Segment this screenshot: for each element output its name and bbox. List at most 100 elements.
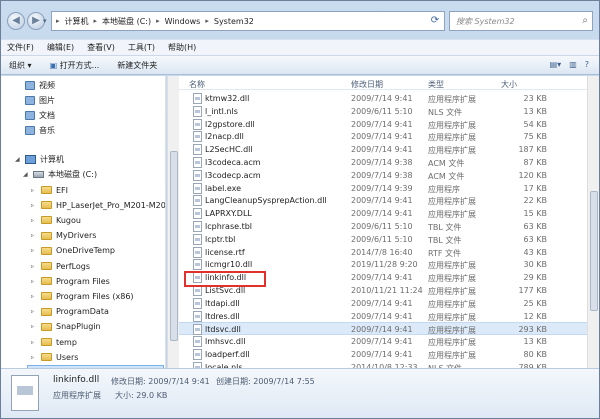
sidebar-item-folder[interactable]: ▹ PerfLogs (31, 259, 90, 273)
expand-caret-icon[interactable]: ▹ (31, 293, 37, 300)
file-row[interactable]: l3codecp.acm 2009/7/14 9:38 ACM 文件 120 KB (179, 169, 587, 182)
address-bar[interactable]: ▸ 计算机 ▸ 本地磁盘 (C:) ▸ Windows ▸ System32 (51, 11, 445, 31)
organize-button[interactable]: 组织 ▾ (9, 60, 32, 71)
file-row[interactable]: ltdapi.dll 2009/7/14 9:41 应用程序扩展 25 KB (179, 297, 587, 310)
file-row[interactable]: l2gpstore.dll 2009/7/14 9:41 应用程序扩展 54 KB (179, 118, 587, 131)
breadcrumb-windows[interactable]: Windows (165, 17, 201, 26)
file-row[interactable]: LAPRXY.DLL 2009/7/14 9:41 应用程序扩展 15 KB (179, 207, 587, 220)
recent-pages-icon[interactable]: ▾ (43, 17, 47, 25)
file-row[interactable]: license.rtf 2014/7/8 16:40 RTF 文件 43 KB (179, 246, 587, 259)
file-row[interactable]: ltdsvc.dll 2009/7/14 9:41 应用程序扩展 293 KB (179, 322, 587, 336)
menu-tools[interactable]: 工具(T) (128, 42, 155, 53)
sidebar-item-drive-c[interactable]: ◢ 本地磁盘 (C:) (23, 168, 97, 182)
sidebar-item-folder[interactable]: ▹ SnapPlugin (31, 320, 101, 334)
file-icon (193, 93, 202, 104)
sidebar-item-folder[interactable]: ▹ OneDriveTemp (31, 244, 115, 258)
expand-caret-icon[interactable]: ▹ (31, 354, 37, 361)
open-with-button[interactable]: ▣ 打开方式... (50, 60, 100, 71)
breadcrumb-system32[interactable]: System32 (214, 17, 254, 26)
file-size: 30 KB (523, 260, 547, 270)
file-row[interactable]: ltdres.dll 2009/7/14 9:41 应用程序扩展 12 KB (179, 310, 587, 323)
column-name[interactable]: 名称 (189, 79, 205, 90)
column-type[interactable]: 类型 (428, 79, 444, 90)
file-list-scrollbar[interactable] (587, 76, 599, 368)
file-name: lmhsvc.dll (205, 337, 246, 347)
sidebar-item-library[interactable]: 音乐 (25, 124, 55, 138)
file-icon (193, 157, 202, 168)
file-row[interactable]: loadperf.dll 2009/7/14 9:41 应用程序扩展 80 KB (179, 348, 587, 361)
sidebar-item-folder[interactable]: ▹ Program Files (x86) (31, 289, 134, 303)
file-size: 29 KB (523, 273, 547, 283)
file-row[interactable]: ktmw32.dll 2009/7/14 9:41 应用程序扩展 23 KB (179, 92, 587, 105)
file-row[interactable]: locale.nls2014/10/8 12:33NLS 文件789 KB (179, 361, 587, 368)
help-icon[interactable]: ? (585, 60, 589, 69)
sidebar-item-folder[interactable]: ▹ Program Files (31, 274, 110, 288)
sidebar-item-folder[interactable]: ▹ Users (31, 350, 78, 364)
column-date[interactable]: 修改日期 (351, 79, 383, 90)
folder-icon (41, 262, 52, 270)
file-row[interactable]: lmhsvc.dll 2009/7/14 9:41 应用程序扩展 13 KB (179, 335, 587, 348)
menu-file[interactable]: 文件(F) (7, 42, 34, 53)
expand-caret-icon[interactable]: ▹ (31, 187, 37, 194)
file-row[interactable]: LangCleanupSysprepAction.dll 2009/7/14 9:… (179, 194, 587, 207)
refresh-icon[interactable]: ⟳ (427, 13, 443, 29)
file-row[interactable]: L2SecHC.dll 2009/7/14 9:41 应用程序扩展 187 KB (179, 143, 587, 156)
new-folder-button[interactable]: 新建文件夹 (117, 60, 157, 71)
expand-caret-icon[interactable]: ◢ (23, 171, 29, 178)
sidebar-item-library[interactable]: 文档 (25, 108, 55, 122)
file-row[interactable]: lcptr.tbl 2009/6/11 5:10 TBL 文件 63 KB (179, 233, 587, 246)
file-row[interactable]: l_intl.nls 2009/6/11 5:10 NLS 文件 13 KB (179, 105, 587, 118)
back-button[interactable]: ◀ (7, 12, 25, 30)
file-size: 43 KB (523, 247, 547, 257)
sidebar-item-computer[interactable]: ◢ 计算机 (15, 153, 64, 167)
scroll-thumb[interactable] (170, 151, 178, 341)
expand-caret-icon[interactable]: ▹ (31, 263, 37, 270)
library-icon (25, 126, 35, 136)
file-name: l_intl.nls (205, 106, 238, 116)
chevron-right-icon: ▸ (93, 17, 98, 25)
search-input[interactable]: 搜索 System32 ⌕ (449, 11, 593, 31)
menu-edit[interactable]: 编辑(E) (47, 42, 74, 53)
expand-caret-icon[interactable]: ▹ (31, 202, 37, 209)
sidebar-item-label: 文档 (39, 110, 55, 120)
file-row[interactable]: licmgr10.dll 2019/11/28 9:20 应用程序扩展 30 KB (179, 258, 587, 271)
sidebar-item-folder[interactable]: ▹ MyDrivers (31, 229, 96, 243)
sidebar-item-library[interactable]: 图片 (25, 93, 55, 107)
file-row[interactable]: l3codeca.acm 2009/7/14 9:38 ACM 文件 87 KB (179, 156, 587, 169)
expand-caret-icon[interactable]: ▹ (31, 247, 37, 254)
search-icon: ⌕ (582, 15, 588, 26)
menu-help[interactable]: 帮助(H) (168, 42, 196, 53)
view-options-icon[interactable]: ▤▾ (550, 60, 562, 69)
sidebar-item-folder[interactable]: ▹ HP_LaserJet_Pro_M201-M202 (31, 198, 165, 212)
scroll-thumb[interactable] (590, 191, 598, 311)
file-row[interactable]: lcphrase.tbl 2009/6/11 5:10 TBL 文件 63 KB (179, 220, 587, 233)
expand-caret-icon[interactable]: ▹ (31, 323, 37, 330)
file-icon (193, 336, 202, 348)
sidebar-item-folder[interactable]: ▹ Kugou (31, 213, 81, 227)
file-name: l2nacp.dll (205, 132, 244, 142)
file-row[interactable]: l2nacp.dll 2009/7/14 9:41 应用程序扩展 75 KB (179, 130, 587, 143)
expand-caret-icon[interactable]: ▹ (31, 217, 37, 224)
sidebar-item-label: EFI (56, 185, 69, 195)
preview-pane-icon[interactable]: ▥ (569, 60, 577, 69)
expand-caret-icon[interactable]: ▹ (31, 339, 37, 346)
file-size: 13 KB (523, 106, 547, 116)
breadcrumb-drive-c[interactable]: 本地磁盘 (C:) (102, 16, 151, 27)
file-row[interactable]: ListSvc.dll 2010/11/21 11:24 应用程序扩展 177 KB (179, 284, 587, 297)
sidebar-item-label: MyDrivers (56, 231, 97, 241)
sidebar-item-library[interactable]: 视频 (25, 78, 55, 92)
menu-view[interactable]: 查看(V) (87, 42, 115, 53)
expand-caret-icon[interactable]: ▹ (31, 232, 37, 239)
expand-caret-icon[interactable]: ◢ (15, 156, 21, 163)
library-icon (25, 80, 35, 90)
expand-caret-icon[interactable]: ▹ (31, 278, 37, 285)
navigation-scrollbar[interactable] (167, 76, 179, 368)
file-row[interactable]: label.exe 2009/7/14 9:39 应用程序 17 KB (179, 182, 587, 195)
column-size[interactable]: 大小 (501, 79, 517, 90)
sidebar-item-folder[interactable]: ▹ temp (31, 335, 77, 349)
expand-caret-icon[interactable]: ▹ (31, 308, 37, 315)
breadcrumb-computer[interactable]: 计算机 (65, 16, 89, 27)
file-row[interactable]: linkinfo.dll 2009/7/14 9:41 应用程序扩展 29 KB (179, 271, 587, 284)
sidebar-item-folder[interactable]: ▹ ProgramData (31, 305, 109, 319)
sidebar-item-folder[interactable]: ▹ EFI (31, 183, 68, 197)
